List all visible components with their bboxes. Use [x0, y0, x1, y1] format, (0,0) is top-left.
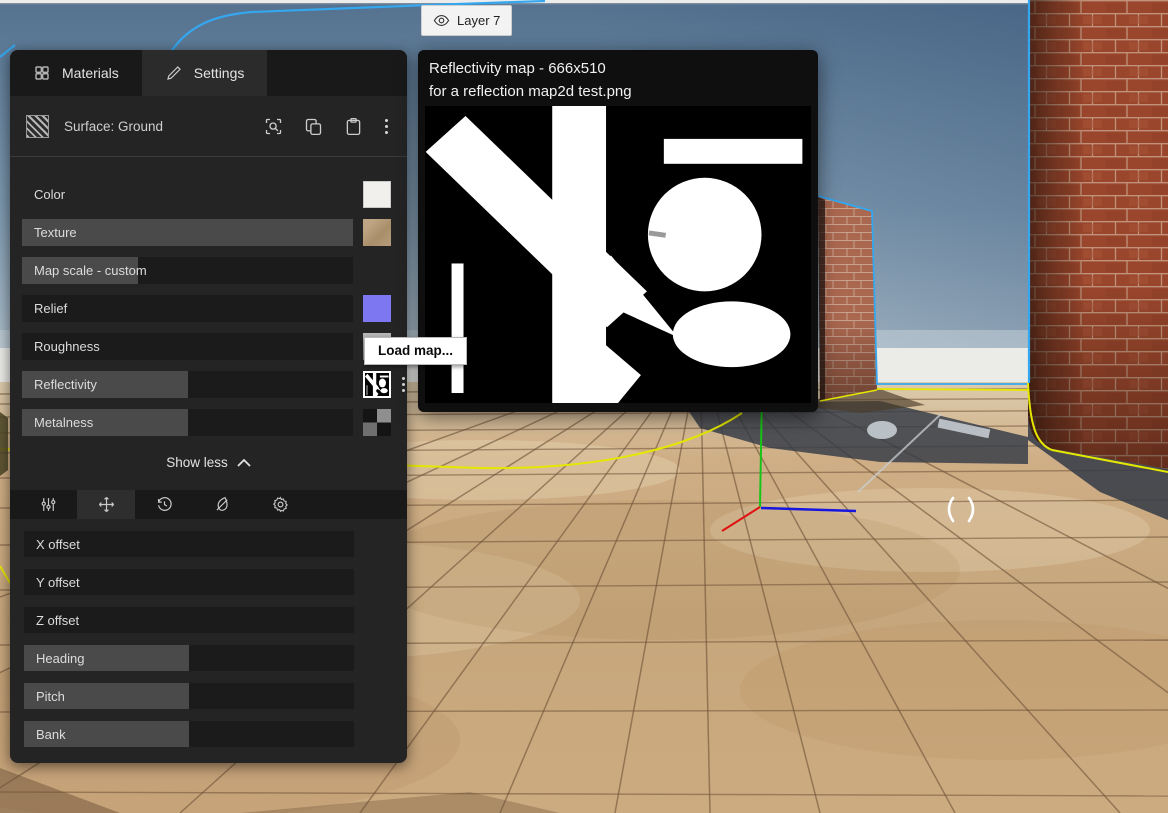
panel-tab-bar: Materials Settings	[10, 50, 407, 96]
surface-menu-button[interactable]	[381, 116, 391, 137]
tool-tab-vegetation[interactable]	[193, 490, 251, 519]
surface-header: Surface: Ground	[10, 96, 407, 157]
window-top-edge	[0, 0, 1168, 3]
heading-field[interactable]: Heading	[24, 645, 354, 671]
z-offset-field[interactable]: Z offset	[24, 607, 354, 633]
row-heading: Heading	[24, 645, 407, 671]
tab-settings[interactable]: Settings	[142, 50, 268, 96]
brick-building-middle[interactable]	[818, 196, 877, 401]
load-map-tooltip: Load map...	[364, 337, 467, 365]
reflectivity-thumb-image	[365, 373, 389, 396]
metalness-swatch[interactable]	[363, 409, 391, 436]
pick-material-button[interactable]	[261, 114, 286, 139]
row-map-scale: Map scale - custom	[22, 257, 407, 284]
texture-swatch[interactable]	[363, 219, 391, 246]
row-pitch: Pitch	[24, 683, 407, 709]
paste-button[interactable]	[341, 114, 366, 139]
texture-field[interactable]: Texture	[22, 219, 353, 246]
grid-icon	[33, 64, 51, 82]
paste-icon	[343, 116, 364, 137]
row-x-offset: X offset	[24, 531, 407, 557]
sliders-icon	[39, 495, 58, 514]
row-metalness: Metalness	[22, 409, 407, 436]
reflectivity-menu-button[interactable]	[398, 374, 408, 395]
tab-label: Settings	[194, 65, 245, 81]
tab-materials[interactable]: Materials	[10, 50, 142, 96]
row-y-offset: Y offset	[24, 569, 407, 595]
gear-icon	[271, 495, 290, 514]
row-reflectivity: Reflectivity	[22, 371, 407, 398]
x-offset-field[interactable]: X offset	[24, 531, 354, 557]
kebab-menu-icon	[385, 119, 388, 122]
row-color: Color	[22, 181, 407, 208]
copy-button[interactable]	[301, 114, 326, 139]
reflectivity-map-thumbnail[interactable]	[363, 371, 391, 398]
color-swatch[interactable]	[363, 181, 391, 208]
reflectivity-map-preview	[425, 106, 811, 403]
pencil-icon	[165, 64, 183, 82]
relief-swatch[interactable]	[363, 295, 391, 322]
tool-tab-bar	[10, 490, 407, 519]
reflectivity-map-popup: Reflectivity map - 666x510 for a reflect…	[418, 50, 818, 412]
tool-tab-settings[interactable]	[251, 490, 309, 519]
app-window: Layer 7 Materials Settings Surface: Grou…	[0, 0, 1168, 813]
material-rows: Color Texture Map scale - custom R	[10, 157, 407, 436]
layer-visibility-button[interactable]: Layer 7	[421, 5, 512, 36]
properties-panel: Materials Settings Surface: Ground	[10, 50, 407, 763]
row-bank: Bank	[24, 721, 407, 747]
relief-field[interactable]: Relief	[22, 295, 353, 322]
row-roughness: Roughness	[22, 333, 407, 360]
map-scale-field[interactable]: Map scale - custom	[22, 257, 353, 284]
transform-rows: X offset Y offset Z offset Heading	[10, 519, 407, 747]
tool-tab-history[interactable]	[135, 490, 193, 519]
history-icon	[155, 495, 174, 514]
copy-icon	[303, 116, 324, 137]
y-offset-field[interactable]: Y offset	[24, 569, 354, 595]
surface-title: Surface: Ground	[64, 119, 163, 134]
tool-tab-move[interactable]	[77, 490, 135, 519]
hatch-swatch-icon	[26, 115, 49, 138]
leaf-icon	[213, 495, 232, 514]
layer-button-label: Layer 7	[457, 13, 500, 28]
popup-title-line1: Reflectivity map - 666x510	[425, 57, 811, 80]
brick-building-right[interactable]	[1028, 0, 1168, 472]
pitch-field[interactable]: Pitch	[24, 683, 354, 709]
chevron-up-icon	[237, 458, 251, 467]
row-relief: Relief	[22, 295, 407, 322]
scan-search-icon	[263, 116, 284, 137]
roughness-field[interactable]: Roughness	[22, 333, 353, 360]
show-less-button[interactable]: Show less	[10, 447, 407, 477]
row-texture: Texture	[22, 219, 407, 246]
move-icon	[97, 495, 116, 514]
eye-icon	[433, 12, 450, 29]
tool-tab-sliders[interactable]	[19, 490, 77, 519]
reflectivity-field[interactable]: Reflectivity	[22, 371, 353, 398]
metalness-field[interactable]: Metalness	[22, 409, 353, 436]
bank-field[interactable]: Bank	[24, 721, 354, 747]
kebab-menu-icon	[402, 377, 405, 380]
tab-label: Materials	[62, 65, 119, 81]
color-field[interactable]: Color	[22, 181, 353, 208]
reflectivity-map-image	[425, 106, 811, 403]
row-z-offset: Z offset	[24, 607, 407, 633]
popup-title-line2: for a reflection map2d test.png	[425, 80, 811, 103]
